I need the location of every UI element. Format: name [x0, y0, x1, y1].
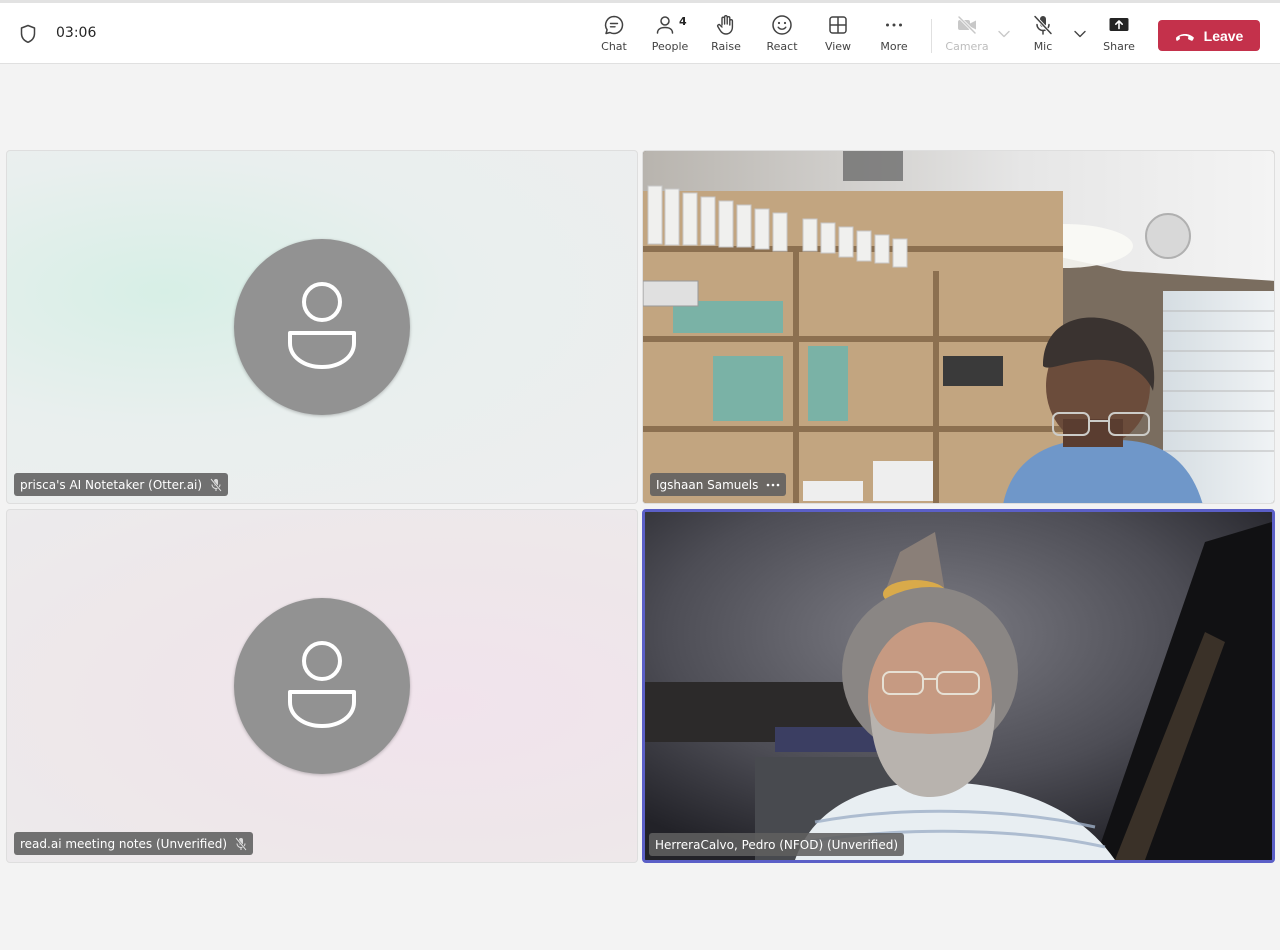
camera-off-icon: [955, 13, 979, 37]
share-button[interactable]: Share: [1091, 13, 1147, 59]
participant-tile-active-speaker[interactable]: HerreraCalvo, Pedro (NFOD) (Unverified): [642, 509, 1275, 863]
raise-label: Raise: [711, 40, 741, 53]
emoji-icon: [770, 13, 794, 37]
participant-name: HerreraCalvo, Pedro (NFOD) (Unverified): [655, 837, 899, 852]
meeting-timer: 03:06: [56, 25, 97, 41]
camera-label: Camera: [945, 40, 989, 53]
avatar: [234, 598, 410, 774]
person-icon: [288, 282, 356, 369]
person-icon: [288, 641, 356, 728]
meeting-toolbar: 03:06 Chat 4 People Raise React View Mor…: [0, 0, 1280, 64]
leave-label: Leave: [1203, 27, 1244, 44]
participant-name: Igshaan Samuels: [656, 477, 759, 492]
participant-tile[interactable]: read.ai meeting notes (Unverified): [6, 509, 638, 863]
react-label: React: [766, 40, 798, 53]
more-dots-icon: [882, 13, 906, 37]
phone-hangup-icon: [1175, 33, 1194, 41]
leave-button[interactable]: Leave: [1158, 20, 1260, 51]
people-label: People: [651, 40, 689, 53]
chat-button[interactable]: Chat: [586, 13, 642, 59]
share-label: Share: [1103, 40, 1135, 53]
mic-off-icon: [1031, 13, 1055, 37]
raise-hand-button[interactable]: Raise: [698, 13, 754, 59]
mic-label: Mic: [1033, 40, 1053, 53]
people-count-badge: 4: [679, 15, 687, 28]
view-label: View: [824, 40, 852, 53]
participant-name: read.ai meeting notes (Unverified): [20, 836, 228, 851]
participant-tile[interactable]: Igshaan Samuels: [642, 150, 1275, 504]
more-button[interactable]: More: [866, 13, 922, 59]
more-options-icon[interactable]: [766, 483, 780, 487]
participant-name-tag: read.ai meeting notes (Unverified): [14, 832, 254, 855]
more-label: More: [880, 40, 908, 53]
mic-muted-icon: [210, 477, 222, 492]
chat-label: Chat: [601, 40, 627, 53]
react-button[interactable]: React: [754, 13, 810, 59]
mic-options-chevron-icon[interactable]: [1073, 27, 1087, 41]
participant-name: prisca's AI Notetaker (Otter.ai): [20, 477, 203, 492]
people-button[interactable]: 4 People: [642, 13, 698, 59]
shield-icon[interactable]: [19, 24, 37, 44]
view-button[interactable]: View: [810, 13, 866, 59]
grid-view-icon: [826, 13, 850, 37]
video-feed: [645, 512, 1272, 860]
participant-tile[interactable]: prisca's AI Notetaker (Otter.ai): [6, 150, 638, 504]
hand-icon: [714, 13, 738, 37]
participant-name-tag: prisca's AI Notetaker (Otter.ai): [14, 473, 229, 496]
camera-button[interactable]: Camera: [939, 13, 995, 59]
camera-options-chevron-icon[interactable]: [997, 27, 1011, 41]
participant-name-tag: HerreraCalvo, Pedro (NFOD) (Unverified): [649, 833, 905, 856]
share-screen-icon: [1107, 13, 1131, 37]
mic-muted-icon: [235, 836, 247, 851]
avatar: [234, 239, 410, 415]
mic-button[interactable]: Mic: [1015, 13, 1071, 59]
toolbar-divider: [931, 19, 932, 53]
video-feed: [643, 151, 1274, 503]
chat-icon: [602, 13, 626, 37]
people-icon: 4: [656, 13, 687, 37]
participant-name-tag: Igshaan Samuels: [650, 473, 787, 496]
